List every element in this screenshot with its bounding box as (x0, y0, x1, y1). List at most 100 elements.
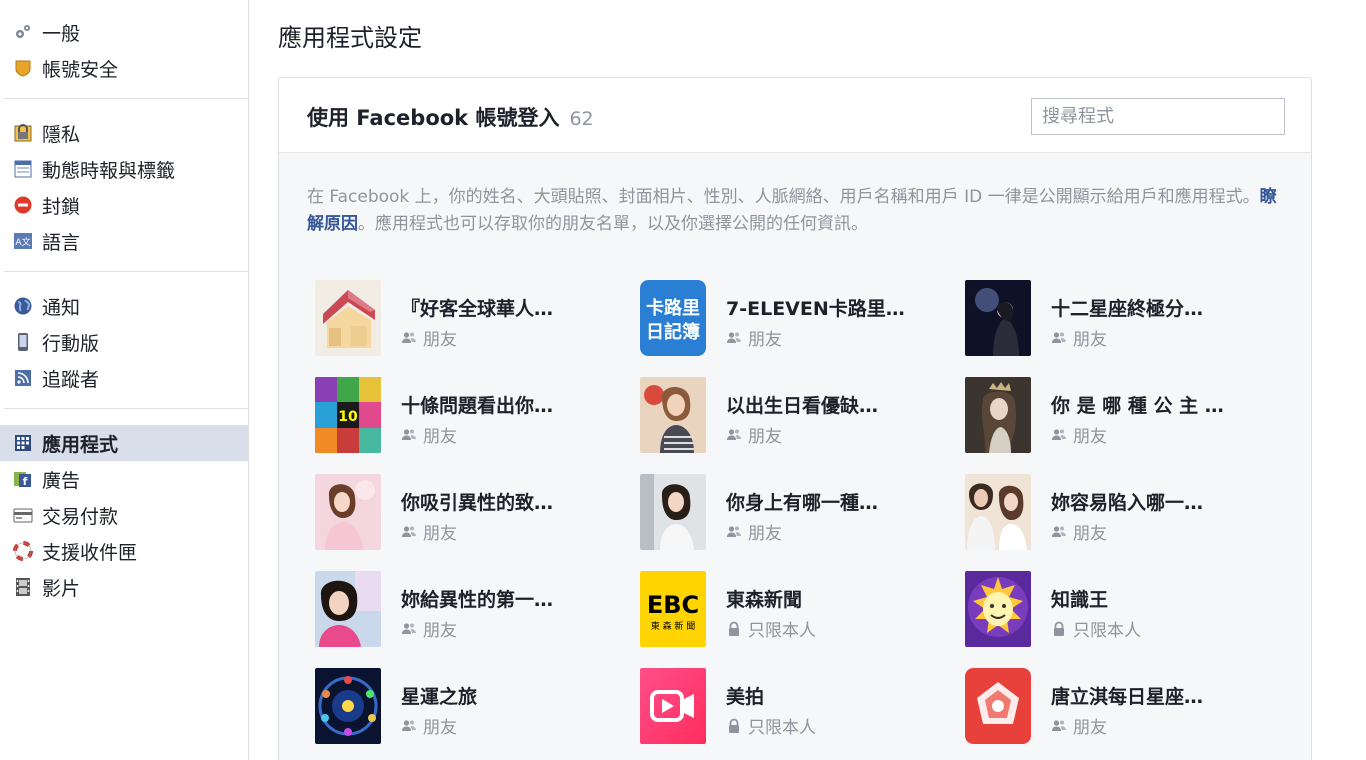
app-item[interactable]: 10 十條問題看出你… 朋友 (315, 377, 625, 455)
sidebar-item-timeline[interactable]: 動態時報與標籤 (0, 151, 248, 187)
lock-icon (726, 621, 742, 637)
sidebar-item-label: 動態時報與標籤 (42, 159, 176, 182)
app-info: 唐立淇每日星座… 朋友 (1051, 668, 1203, 746)
app-privacy: 朋友 (401, 616, 553, 641)
app-item[interactable]: 美拍 只限本人 (640, 668, 950, 746)
app-info: 你身上有哪一種… 朋友 (726, 474, 878, 552)
app-privacy: 朋友 (401, 422, 553, 447)
app-name: 7-ELEVEN卡路里… (726, 298, 905, 320)
friends-icon (1051, 718, 1067, 734)
girl-photo-4 (315, 571, 381, 647)
night-portrait (965, 280, 1031, 356)
app-item[interactable]: 以出生日看優缺… 朋友 (640, 377, 950, 455)
sidebar-item-support-inbox[interactable]: 支援收件匣 (0, 533, 248, 569)
logo-text-top: 卡路里 (646, 297, 700, 319)
description-text: 在 Facebook 上，你的姓名、大頭貼照、封面相片、性別、人脈網絡、用戶名稱… (307, 187, 1260, 207)
app-count: 62 (569, 108, 594, 130)
app-item[interactable]: 卡路里 日記簿 7-ELEVEN卡路里… 朋友 (640, 280, 950, 358)
app-info: 『好客全球華人… 朋友 (401, 280, 553, 358)
sidebar-item-mobile[interactable]: 行動版 (0, 324, 248, 360)
sidebar-item-apps[interactable]: 應用程式 (0, 425, 248, 461)
app-item[interactable]: 十二星座終極分… 朋友 (965, 280, 1275, 358)
app-info: 妳容易陷入哪一… 朋友 (1051, 474, 1203, 552)
app-name: 知識王 (1051, 589, 1109, 611)
sidebar-item-general[interactable]: 一般 (0, 14, 248, 50)
sidebar-item-followers[interactable]: 追蹤者 (0, 360, 248, 396)
app-item[interactable]: 唐立淇每日星座… 朋友 (965, 668, 1275, 746)
sidebar-item-label: 交易付款 (42, 505, 119, 528)
film-icon (12, 576, 34, 598)
lock-icon (12, 122, 34, 144)
gears-icon (12, 21, 34, 43)
app-item[interactable]: 你身上有哪一種… 朋友 (640, 474, 950, 552)
nav-group-notifications: 通知 行動版 追蹤者 (0, 288, 248, 402)
app-name: 妳容易陷入哪一… (1051, 492, 1204, 514)
friends-icon (401, 621, 417, 637)
app-privacy-label: 朋友 (423, 718, 457, 738)
app-privacy-label: 朋友 (1073, 524, 1107, 544)
friends-icon (401, 524, 417, 540)
couple-photo (965, 474, 1031, 550)
friends-icon (401, 427, 417, 443)
sidebar-item-payments[interactable]: 交易付款 (0, 497, 248, 533)
app-info: 十二星座終極分… 朋友 (1051, 280, 1203, 358)
app-item[interactable]: 妳給異性的第一… 朋友 (315, 571, 625, 649)
block-icon (12, 194, 34, 216)
divider (4, 98, 248, 99)
lifebuoy-icon (12, 540, 34, 562)
app-item[interactable]: 知識王 只限本人 (965, 571, 1275, 649)
app-privacy-label: 只限本人 (748, 718, 816, 738)
house-icon (315, 280, 381, 356)
app-privacy-label: 只限本人 (1073, 621, 1141, 641)
app-info: 星運之旅 朋友 (401, 668, 477, 746)
sidebar-item-blocking[interactable]: 封鎖 (0, 187, 248, 223)
bulb-character (965, 571, 1031, 647)
app-name: 十二星座終極分… (1051, 298, 1204, 320)
ads-icon: f (12, 468, 34, 490)
app-privacy: 朋友 (1051, 422, 1224, 447)
friends-icon (726, 427, 742, 443)
app-name: 美拍 (726, 686, 765, 708)
sidebar-item-label: 隱私 (42, 123, 81, 146)
app-item[interactable]: 你 是 哪 種 公 主 … 朋友 (965, 377, 1275, 455)
app-privacy-label: 朋友 (1073, 330, 1107, 350)
app-item[interactable]: 星運之旅 朋友 (315, 668, 625, 746)
mobile-icon (12, 331, 34, 353)
friends-icon (726, 524, 742, 540)
app-privacy-label: 朋友 (748, 330, 782, 350)
app-item[interactable]: 你吸引異性的致… 朋友 (315, 474, 625, 552)
shield-icon (12, 57, 34, 79)
sidebar-item-security[interactable]: 帳號安全 (0, 50, 248, 86)
app-info: 你吸引異性的致… 朋友 (401, 474, 553, 552)
sidebar-item-language[interactable]: A文 語言 (0, 223, 248, 259)
sidebar-item-videos[interactable]: 影片 (0, 569, 248, 605)
app-name: 你身上有哪一種… (726, 492, 879, 514)
sidebar-item-label: 通知 (42, 296, 81, 319)
calorie-diary-logo: 卡路里 日記簿 (640, 280, 706, 356)
sidebar-item-privacy[interactable]: 隱私 (0, 115, 248, 151)
sidebar-item-label: 影片 (42, 577, 81, 600)
app-privacy-label: 朋友 (423, 427, 457, 447)
app-name: 妳給異性的第一… (401, 589, 554, 611)
panel-title-text: 使用 Facebook 帳號登入 (307, 106, 560, 130)
sidebar-item-ads[interactable]: f 廣告 (0, 461, 248, 497)
logo-text: EBC (647, 591, 699, 619)
search-apps-input[interactable] (1031, 98, 1285, 135)
app-item[interactable]: 『好客全球華人… 朋友 (315, 280, 625, 358)
friends-icon (401, 718, 417, 734)
panel-title: 使用 Facebook 帳號登入 62 (307, 102, 594, 132)
app-privacy-label: 只限本人 (748, 621, 816, 641)
logo-text: 10 (338, 409, 358, 425)
app-item[interactable]: 妳容易陷入哪一… 朋友 (965, 474, 1275, 552)
app-info: 7-ELEVEN卡路里… 朋友 (726, 280, 905, 358)
app-item[interactable]: EBC 東 森 新 聞 東森新聞 只限本人 (640, 571, 950, 649)
app-info: 以出生日看優缺… 朋友 (726, 377, 878, 455)
app-privacy: 朋友 (1051, 713, 1203, 738)
sidebar-item-notifications[interactable]: 通知 (0, 288, 248, 324)
panel-header: 使用 Facebook 帳號登入 62 (279, 78, 1311, 153)
meipai-logo (640, 668, 706, 744)
app-privacy: 只限本人 (1051, 616, 1141, 641)
divider (4, 271, 248, 272)
sidebar-item-label: 應用程式 (42, 433, 119, 456)
divider (4, 408, 248, 409)
